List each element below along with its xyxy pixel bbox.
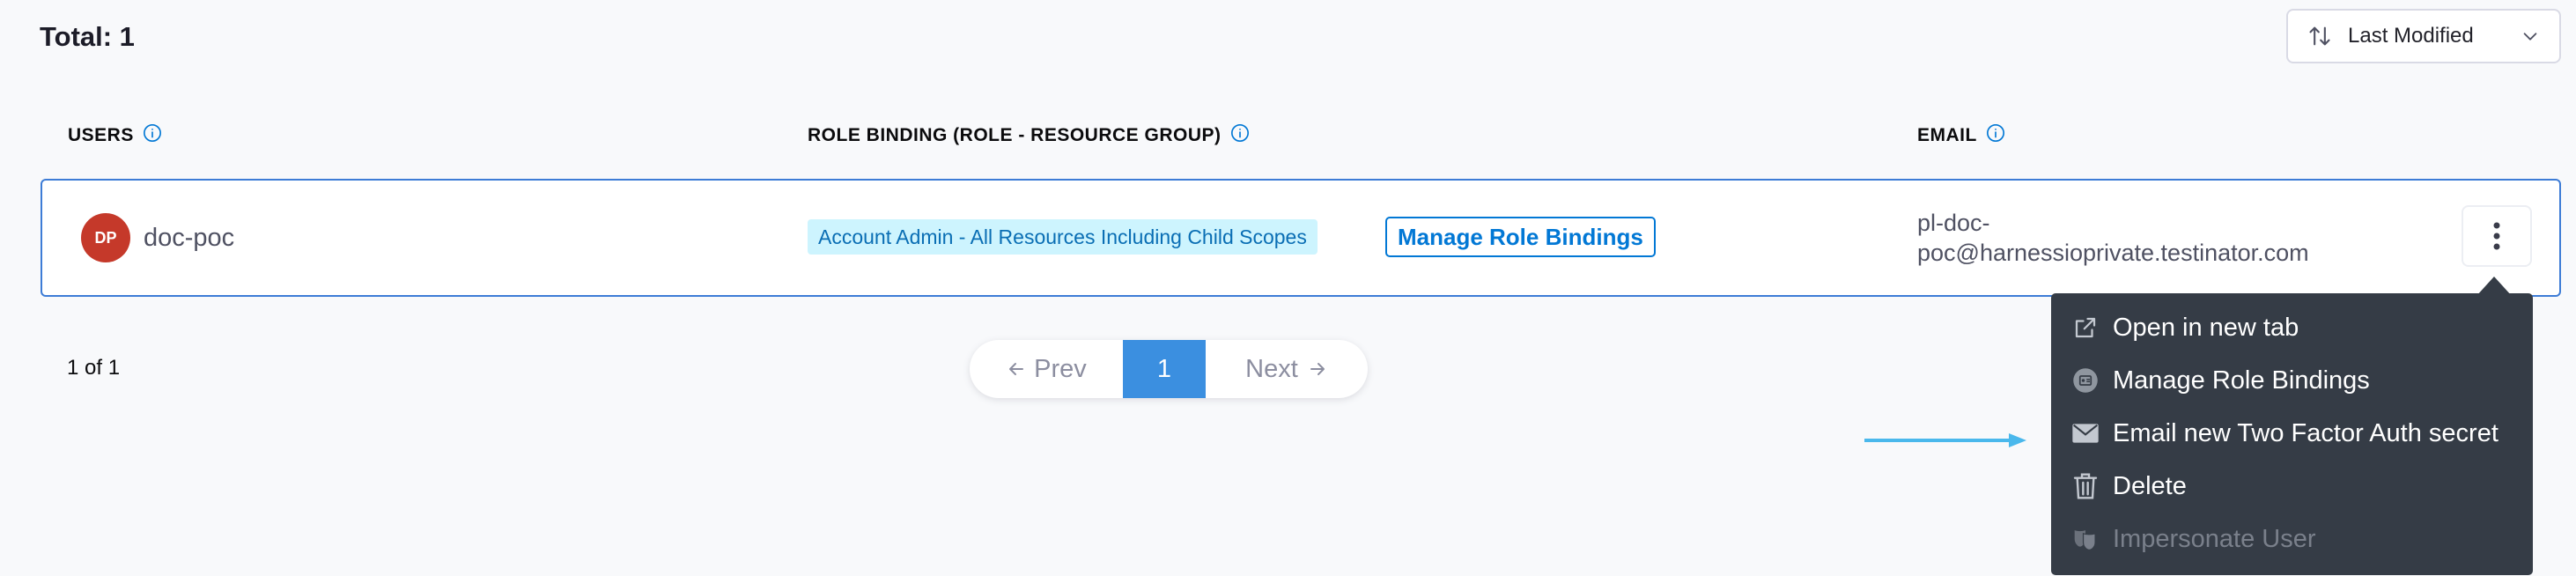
column-header-label: ROLE BINDING (ROLE - RESOURCE GROUP)	[808, 125, 1222, 145]
column-header-role-binding: ROLE BINDING (ROLE - RESOURCE GROUP)	[808, 123, 1250, 148]
menu-item-label: Manage Role Bindings	[2113, 366, 2370, 395]
menu-item-impersonate-user: Impersonate User	[2070, 520, 2316, 558]
role-binding-icon	[2070, 366, 2100, 395]
page-count: 1 of 1	[67, 356, 121, 380]
role-binding-badge: Account Admin - All Resources Including …	[808, 219, 1318, 255]
menu-item-label: Open in new tab	[2113, 313, 2299, 342]
row-actions-menu: Open in new tab Manage Role Bindings Ema…	[2051, 293, 2533, 575]
avatar: DP	[81, 213, 130, 262]
menu-item-label: Impersonate User	[2113, 524, 2316, 553]
arrow-right-icon	[1310, 363, 1325, 375]
next-label: Next	[1245, 354, 1298, 383]
column-header-label: USERS	[68, 125, 134, 145]
info-icon[interactable]	[1230, 123, 1250, 143]
user-name: doc-poc	[144, 224, 235, 252]
total-count: Total: 1	[40, 21, 135, 52]
prev-label: Prev	[1034, 354, 1087, 383]
menu-item-label: Email new Two Factor Auth secret	[2113, 418, 2498, 447]
external-link-icon	[2070, 313, 2100, 343]
pagination: Prev 1 Next	[970, 340, 1368, 398]
trash-icon	[2070, 471, 2100, 501]
sort-dropdown[interactable]: Last Modified	[2286, 9, 2561, 63]
email-line: pl-doc-	[1917, 210, 1990, 236]
menu-item-manage-role-bindings[interactable]: Manage Role Bindings	[2070, 361, 2370, 400]
column-header-email: EMAIL	[1917, 123, 2005, 148]
menu-item-open-new-tab[interactable]: Open in new tab	[2070, 308, 2299, 347]
info-icon[interactable]	[143, 123, 162, 143]
chevron-down-icon	[2523, 33, 2537, 41]
prev-page-button[interactable]: Prev	[970, 340, 1123, 398]
sort-icon	[2309, 26, 2330, 46]
envelope-icon	[2070, 418, 2100, 448]
current-page-button[interactable]: 1	[1123, 340, 1206, 398]
row-actions-button[interactable]	[2462, 205, 2532, 267]
annotation-arrow-icon	[1864, 433, 2026, 447]
info-icon[interactable]	[1986, 123, 2005, 143]
sort-label: Last Modified	[2348, 24, 2474, 48]
more-vertical-icon	[2493, 222, 2500, 250]
email-line: poc@harnessioprivate.testinator.com	[1917, 240, 2309, 266]
manage-role-bindings-button[interactable]: Manage Role Bindings	[1385, 217, 1656, 257]
impersonate-icon	[2070, 524, 2100, 554]
user-email: pl-doc- poc@harnessioprivate.testinator.…	[1917, 208, 2410, 268]
column-header-users: USERS	[68, 123, 162, 148]
menu-item-delete[interactable]: Delete	[2070, 467, 2187, 506]
menu-item-email-2fa-secret[interactable]: Email new Two Factor Auth secret	[2070, 414, 2498, 453]
column-header-label: EMAIL	[1917, 125, 1977, 145]
menu-item-label: Delete	[2113, 471, 2187, 500]
arrow-left-icon	[1009, 363, 1024, 375]
next-page-button[interactable]: Next	[1206, 340, 1368, 398]
